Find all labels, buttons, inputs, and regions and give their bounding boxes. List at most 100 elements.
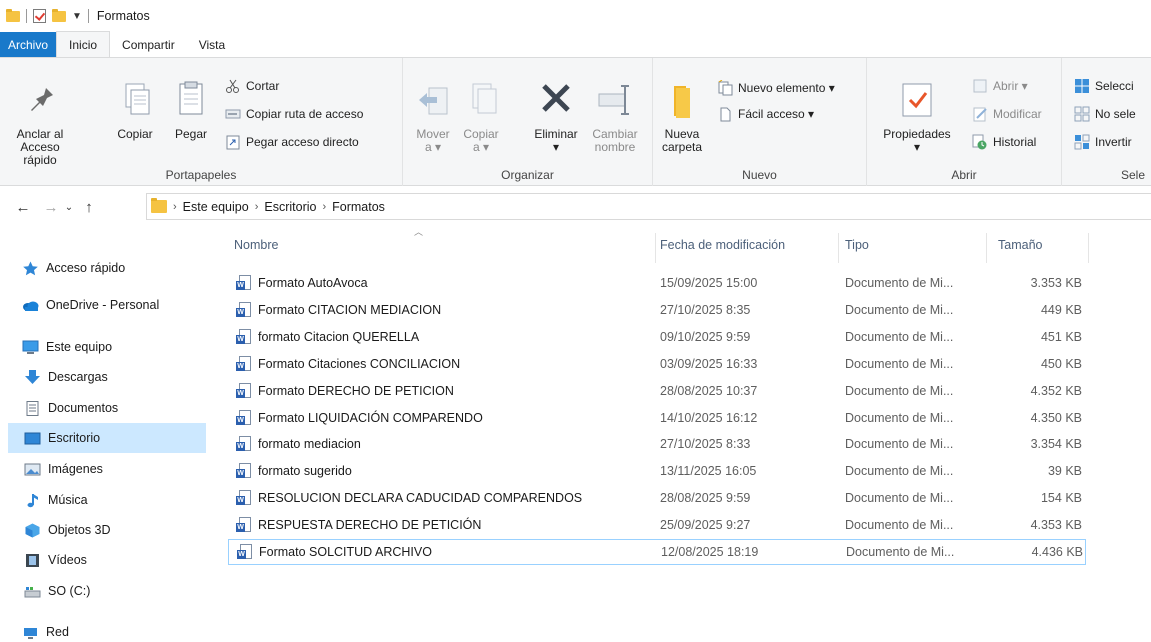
tab-compartir[interactable]: Compartir bbox=[110, 32, 187, 57]
history-button[interactable]: Historial bbox=[972, 134, 1036, 150]
file-date: 27/10/2025 8:35 bbox=[660, 302, 751, 317]
recent-locations-chevron-icon[interactable]: ⌄ bbox=[62, 202, 76, 213]
file-type: Documento de Mi... bbox=[845, 383, 954, 398]
nav-network[interactable]: Red bbox=[8, 617, 206, 642]
table-row[interactable]: W RESPUESTA DERECHO DE PETICIÓN 25/09/2025… bbox=[228, 512, 1086, 538]
properties-quick-icon[interactable] bbox=[33, 9, 46, 23]
table-row[interactable]: W Formato Citaciones CONCILIACION 03/09/20… bbox=[228, 351, 1086, 377]
breadcrumb-chevron-icon[interactable]: › bbox=[173, 201, 177, 213]
table-row[interactable]: Wformato mediacion 27/10/2025 8:33 Documen… bbox=[228, 431, 1086, 457]
breadcrumb-este-equipo[interactable]: Este equipo bbox=[183, 200, 249, 214]
nav-descargas[interactable]: Descargas bbox=[8, 362, 206, 392]
column-divider[interactable] bbox=[1088, 233, 1089, 263]
navigation-bar: ← → ⌄ ↑ › Este equipo › Escritorio › For… bbox=[0, 193, 1151, 221]
select-all-icon bbox=[1074, 78, 1090, 94]
file-size: 154 KB bbox=[1040, 491, 1082, 506]
rename-button[interactable]: Cambiar nombre bbox=[585, 80, 645, 154]
nav-documentos[interactable]: Documentos bbox=[8, 393, 206, 423]
tab-vista[interactable]: Vista bbox=[187, 32, 237, 57]
file-size: 4.436 KB bbox=[1031, 545, 1083, 559]
table-row[interactable]: W Formato DERECHO DE PETICION 28/08/2025 1… bbox=[228, 378, 1086, 404]
nav-videos-label: Vídeos bbox=[48, 553, 87, 567]
desktop-icon bbox=[24, 431, 41, 446]
customize-quick-access-icon[interactable]: ▼ bbox=[72, 11, 82, 22]
nav-escritorio[interactable]: Escritorio bbox=[8, 423, 206, 453]
column-header-size[interactable]: Tamaño bbox=[998, 225, 1088, 265]
file-type: Documento de Mi... bbox=[845, 491, 954, 506]
properties-button[interactable]: Propiedades ▾ bbox=[875, 80, 959, 154]
column-divider[interactable] bbox=[655, 233, 656, 263]
new-folder-quick-icon[interactable] bbox=[52, 8, 66, 22]
tab-inicio[interactable]: Inicio bbox=[56, 31, 111, 57]
edit-icon bbox=[972, 106, 988, 122]
table-row[interactable]: Wformato sugerido 13/11/2025 16:05 Documen… bbox=[228, 458, 1086, 484]
invert-selection-button[interactable]: Invertir bbox=[1074, 134, 1132, 150]
table-row[interactable]: W Formato LIQUIDACIÓN COMPARENDO 14/10/202… bbox=[228, 405, 1086, 431]
delete-button[interactable]: Eliminar ▾ bbox=[531, 80, 581, 154]
table-row[interactable]: W Formato CITACION MEDIACION 27/10/2025 8:… bbox=[228, 297, 1086, 323]
paste-shortcut-button[interactable]: Pegar acceso directo bbox=[225, 134, 359, 150]
file-name: RESPUESTA DERECHO DE PETICIÓN bbox=[258, 518, 482, 533]
file-size: 4.350 KB bbox=[1030, 410, 1082, 425]
easy-access-icon bbox=[717, 106, 733, 122]
breadcrumb-chevron-icon[interactable]: › bbox=[322, 201, 326, 213]
nav-drive-c[interactable]: SO (C:) bbox=[8, 576, 206, 606]
nav-imagenes[interactable]: Imágenes bbox=[8, 454, 206, 484]
column-header-type[interactable]: Tipo bbox=[845, 225, 985, 265]
column-divider[interactable] bbox=[986, 233, 987, 263]
nav-onedrive[interactable]: OneDrive - Personal bbox=[8, 290, 206, 320]
new-folder-button[interactable]: Nueva carpeta bbox=[659, 80, 705, 154]
column-header-date[interactable]: Fecha de modificación bbox=[660, 225, 840, 265]
select-none-button[interactable]: No sele bbox=[1074, 106, 1136, 122]
delete-dropdown[interactable]: ▾ bbox=[553, 141, 559, 154]
move-to-button[interactable]: Mover a ▾ bbox=[411, 80, 455, 154]
copy-button[interactable]: Copiar bbox=[114, 80, 156, 141]
paste-shortcut-label: Pegar acceso directo bbox=[246, 135, 359, 149]
edit-button[interactable]: Modificar bbox=[972, 106, 1042, 122]
copy-path-button[interactable]: Copiar ruta de acceso bbox=[225, 106, 363, 122]
properties-dropdown[interactable]: ▾ bbox=[914, 141, 920, 154]
column-divider[interactable] bbox=[838, 233, 839, 263]
table-row[interactable]: W Formato AutoAvoca 15/09/2025 15:00 Docume… bbox=[228, 270, 1086, 296]
breadcrumb-escritorio[interactable]: Escritorio bbox=[264, 200, 316, 214]
easy-access-button[interactable]: Fácil acceso ▾ bbox=[717, 106, 814, 122]
select-all-button[interactable]: Selecci bbox=[1074, 78, 1134, 94]
file-name: formato sugerido bbox=[258, 464, 352, 479]
pin-quick-access-button[interactable]: Anclar al Acceso rápido bbox=[4, 80, 76, 167]
table-row[interactable]: W RESOLUCION DECLARA CADUCIDAD COMPARENDO… bbox=[228, 485, 1086, 511]
word-document-icon: W bbox=[236, 517, 251, 533]
paste-button[interactable]: Pegar bbox=[170, 80, 212, 141]
column-header-name[interactable]: Nombre bbox=[234, 225, 654, 265]
file-date: 27/10/2025 8:33 bbox=[660, 437, 751, 452]
back-arrow-icon[interactable]: ← bbox=[12, 199, 34, 216]
file-date: 28/08/2025 9:59 bbox=[660, 491, 751, 506]
word-document-icon: W bbox=[236, 436, 251, 452]
nav-objetos-3d[interactable]: Objetos 3D bbox=[8, 515, 206, 545]
open-button[interactable]: Abrir ▾ bbox=[972, 78, 1028, 94]
table-row[interactable]: W Formato SOLCITUD ARCHIVO 12/08/2025 18:1… bbox=[228, 539, 1086, 565]
table-row[interactable]: Wformato Citacion QUERELLA 09/10/2025 9:5… bbox=[228, 324, 1086, 350]
word-document-icon: W bbox=[236, 490, 251, 506]
word-document-icon: W bbox=[236, 301, 251, 318]
select-none-icon bbox=[1074, 106, 1090, 122]
nav-this-pc[interactable]: Este equipo bbox=[8, 332, 206, 362]
paste-label: Pegar bbox=[174, 127, 208, 141]
breadcrumb-chevron-icon[interactable]: › bbox=[255, 201, 259, 213]
nav-videos[interactable]: Vídeos bbox=[8, 545, 206, 575]
cut-button[interactable]: Cortar bbox=[225, 78, 279, 94]
nav-quick-access[interactable]: Acceso rápido bbox=[8, 253, 206, 283]
breadcrumb-formatos[interactable]: Formatos bbox=[332, 200, 385, 214]
file-size: 449 KB bbox=[1040, 302, 1082, 317]
rename-label-2: nombre bbox=[594, 140, 636, 154]
tab-archivo[interactable]: Archivo bbox=[0, 32, 57, 57]
forward-arrow-icon[interactable]: → bbox=[40, 199, 62, 216]
new-folder-icon bbox=[662, 80, 702, 122]
nav-documentos-label: Documentos bbox=[48, 401, 119, 415]
nav-musica[interactable]: Música bbox=[8, 485, 206, 515]
up-arrow-icon[interactable]: ↑ bbox=[78, 199, 100, 216]
new-item-button[interactable]: Nuevo elemento ▾ bbox=[717, 79, 835, 96]
open-icon bbox=[972, 78, 988, 94]
pin-label-2: Acceso rápido bbox=[20, 140, 60, 167]
address-bar[interactable]: › Este equipo › Escritorio › Formatos bbox=[146, 193, 1151, 220]
copy-to-button[interactable]: Copiar a ▾ bbox=[459, 80, 503, 154]
